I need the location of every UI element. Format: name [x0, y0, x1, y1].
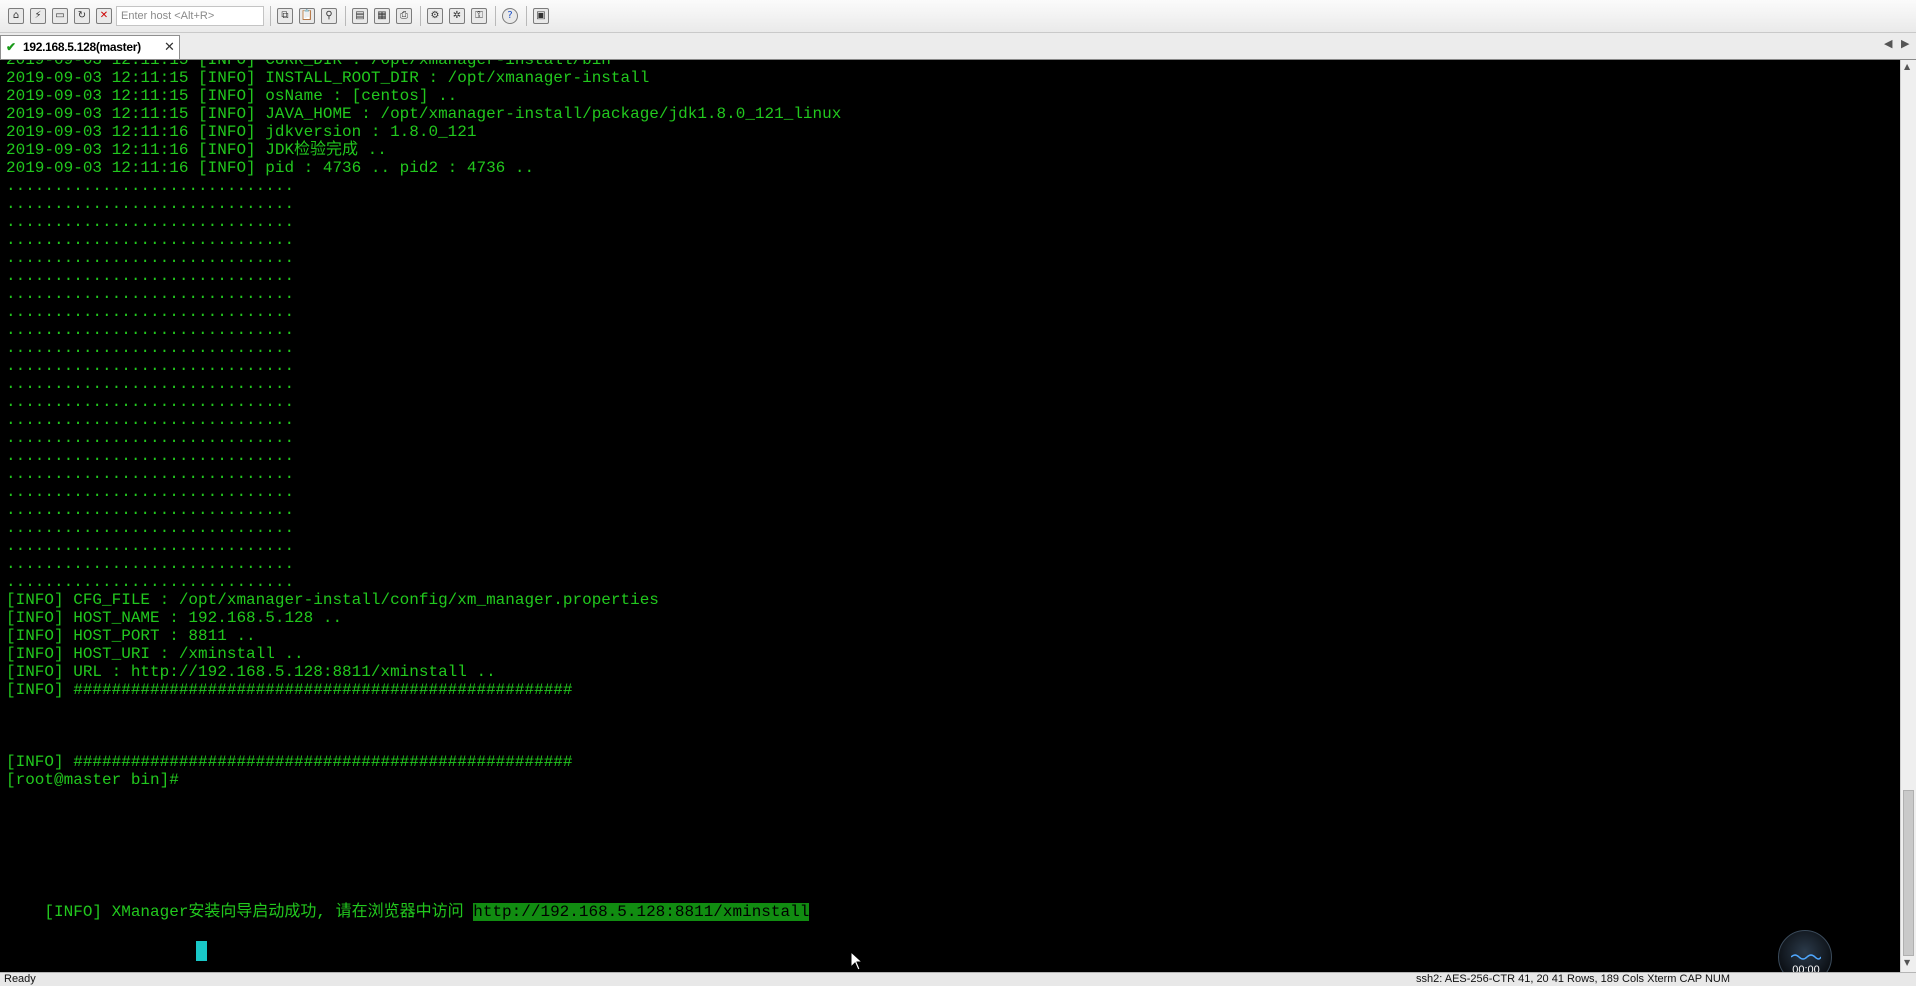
connected-check-icon: ✔	[6, 40, 17, 54]
toolbar-separator	[345, 6, 346, 26]
tab-prev-icon[interactable]: ◀	[1884, 37, 1892, 50]
print-icon[interactable]: ▤	[352, 8, 368, 24]
success-message: [INFO] XManager安装向导启动成功, 请在浏览器中访问	[44, 903, 474, 921]
toggle-icon[interactable]: ▣	[533, 8, 549, 24]
terminal-output[interactable]: 2019-09-03 12:11:15 [INFO] CURR_DIR : /o…	[0, 60, 1900, 972]
connect-icon[interactable]: ⌂	[8, 8, 24, 24]
close-icon[interactable]: ✕	[164, 36, 175, 58]
keymap-icon[interactable]: ⚿	[471, 8, 487, 24]
paste-icon[interactable]: 📋	[299, 8, 315, 24]
toolbar-separator	[420, 6, 421, 26]
vertical-scrollbar[interactable]: ▲ ▼	[1900, 60, 1916, 972]
status-bar: Ready ssh2: AES-256-CTR 41, 20 41 Rows, …	[0, 972, 1916, 986]
toolbar-separator	[495, 6, 496, 26]
quick-connect-icon[interactable]: ⚡	[30, 8, 46, 24]
help-icon[interactable]: ?	[502, 8, 518, 24]
status-ready: Ready	[4, 973, 36, 985]
print-setup-icon[interactable]: ▦	[374, 8, 390, 24]
print-icon-2[interactable]: ⎙	[396, 8, 412, 24]
global-options-icon[interactable]: ✲	[449, 8, 465, 24]
tab-session-master[interactable]: ✔ 192.168.5.128(master) ✕	[0, 35, 180, 59]
install-url-link[interactable]: http://192.168.5.128:8811/xminstall	[473, 903, 810, 921]
session-options-icon[interactable]: ⚙	[427, 8, 443, 24]
mouse-pointer-icon	[850, 951, 864, 971]
connect-tab-icon[interactable]: ▭	[52, 8, 68, 24]
tab-next-icon[interactable]: ▶	[1901, 37, 1909, 50]
find-icon[interactable]: ⚲	[321, 8, 337, 24]
terminal-line: [root@master bin]#	[6, 771, 189, 789]
tab-label: 192.168.5.128(master)	[23, 40, 141, 54]
terminal-line: [INFO] #################################…	[6, 681, 573, 699]
reconnect-icon[interactable]: ↻	[74, 8, 90, 24]
terminal-cursor	[196, 941, 207, 961]
waveform-icon	[1791, 954, 1821, 960]
status-details: ssh2: AES-256-CTR 41, 20 41 Rows, 189 Co…	[1416, 973, 1731, 985]
scroll-thumb[interactable]	[1903, 790, 1914, 956]
copy-icon[interactable]: ⧉	[277, 8, 293, 24]
toolbar-separator	[526, 6, 527, 26]
toolbar: ⌂ ⚡ ▭ ↻ ✕ ⧉ 📋 ⚲ ▤ ▦ ⎙ ⚙ ✲ ⚿ ? ▣	[0, 0, 1916, 33]
toolbar-separator	[270, 6, 271, 26]
tab-bar: ✔ 192.168.5.128(master) ✕ ◀ ▶	[0, 33, 1916, 60]
host-input[interactable]	[116, 6, 264, 26]
scroll-up-icon[interactable]: ▲	[1904, 62, 1910, 71]
scroll-down-icon[interactable]: ▼	[1904, 958, 1910, 967]
disconnect-icon[interactable]: ✕	[96, 8, 112, 24]
terminal-line: [INFO] XManager安装向导启动成功, 请在浏览器中访问 http:/…	[6, 879, 810, 945]
